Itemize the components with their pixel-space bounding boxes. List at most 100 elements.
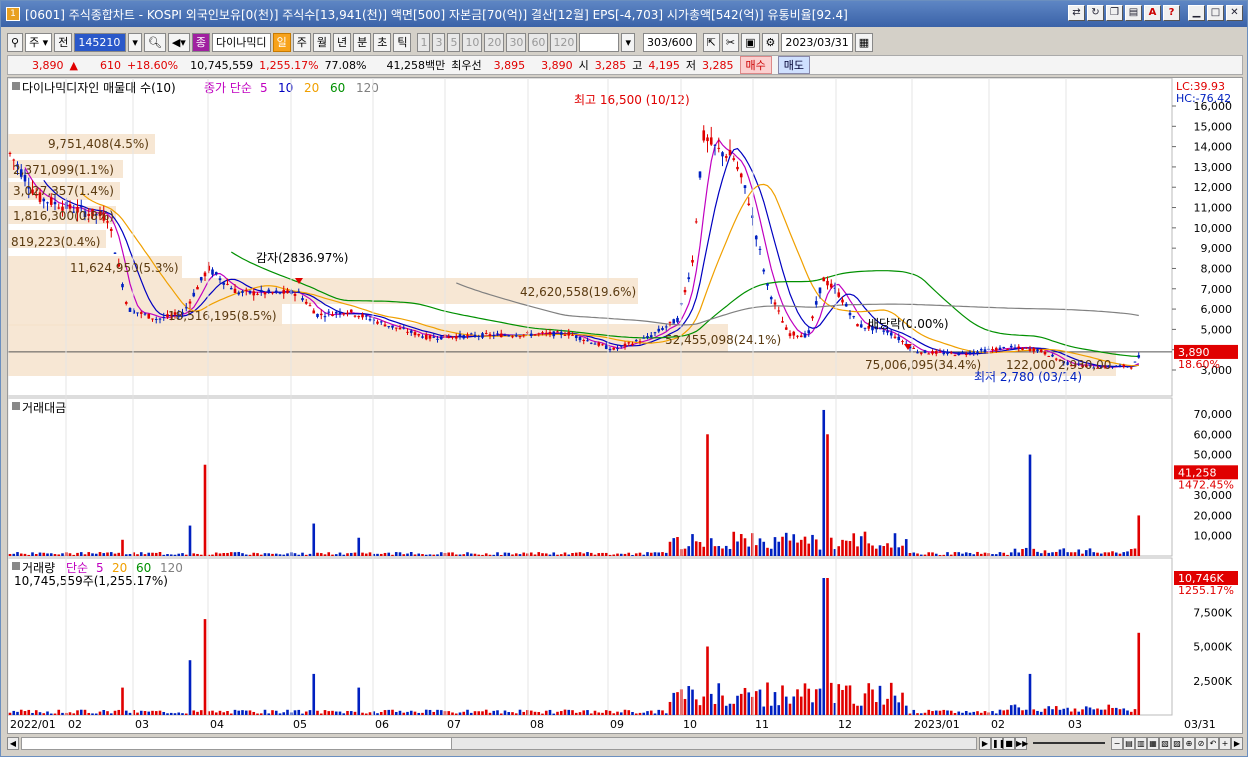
candle-body <box>739 173 743 178</box>
zoom-out-icon[interactable]: − <box>1111 736 1123 750</box>
zoom-slider[interactable] <box>1033 742 1105 744</box>
maximize-button[interactable]: □ <box>1207 5 1224 21</box>
type-select[interactable]: 주 ▾ <box>25 32 53 52</box>
sell-button[interactable]: 매도 <box>777 56 810 74</box>
print-icon[interactable]: ▤ <box>1125 5 1142 21</box>
scroll-track[interactable] <box>21 736 977 750</box>
link-icon[interactable]: ⇄ <box>1068 5 1085 21</box>
code-dropdown-icon[interactable]: ▾ <box>128 32 142 52</box>
candle-body <box>286 290 289 294</box>
volume-bar <box>49 713 53 715</box>
stop-icon[interactable]: ■ <box>1003 736 1015 750</box>
volume-bar <box>533 711 537 715</box>
interval-3[interactable]: 3 <box>432 32 446 52</box>
scissors-icon[interactable]: ✂ <box>721 32 740 52</box>
scroll-thumb[interactable] <box>22 737 452 749</box>
search-icon[interactable]: 🔍︎ <box>143 32 166 52</box>
candle-body <box>721 152 724 157</box>
interval-5[interactable]: 5 <box>447 32 461 52</box>
chart-area[interactable]: 16,000 15,000 14,000 13,000 12,000 11,000 10,0… <box>7 77 1243 734</box>
tool-c-icon[interactable]: ▦ <box>1147 736 1159 750</box>
minimize-button[interactable]: ▁ <box>1188 5 1205 21</box>
amount-bar <box>1073 552 1077 556</box>
interval-custom-input[interactable] <box>579 32 620 52</box>
zoom-in-icon[interactable]: + <box>1219 736 1231 750</box>
copy-icon[interactable]: ❐ <box>1106 5 1123 21</box>
zoom-icon[interactable]: ⇱ <box>702 32 720 52</box>
fast-forward-icon[interactable]: ▶▶ <box>1015 736 1028 750</box>
period-year[interactable]: 년 <box>332 32 352 52</box>
tool-g-icon[interactable]: ⊘ <box>1195 736 1207 750</box>
amount-bar <box>559 554 563 556</box>
period-month[interactable]: 월 <box>312 32 331 52</box>
volume-bar <box>76 710 79 715</box>
tool-f-icon[interactable]: ⊕ <box>1183 736 1195 750</box>
chart-canvas[interactable]: 16,00015,00014,00013,00012,00011,00010,0… <box>7 77 1242 733</box>
x-axis-label: 04 <box>210 718 224 731</box>
interval-60[interactable]: 60 <box>528 32 549 52</box>
interval-10[interactable]: 10 <box>462 32 483 52</box>
volume-bar <box>128 712 132 715</box>
profile-label: 52,455,098(24.1%) <box>665 333 781 347</box>
scroll-left-icon[interactable]: ◀ <box>7 736 19 750</box>
amount-bar <box>1021 549 1024 556</box>
candle-body <box>818 287 822 294</box>
period-tick[interactable]: 틱 <box>393 32 412 52</box>
date-field[interactable]: 2023/03/31 <box>781 32 853 52</box>
interval-120[interactable]: 120 <box>550 32 578 52</box>
period-minute[interactable]: 분 <box>353 32 372 52</box>
period-second[interactable]: 초 <box>373 32 392 52</box>
amount-bar <box>1066 552 1069 556</box>
play-icon[interactable]: ▶ <box>979 736 991 750</box>
tool-h-icon[interactable]: ↶ <box>1207 736 1219 750</box>
period-week[interactable]: 주 <box>292 32 311 52</box>
amount-bar <box>754 545 758 556</box>
buy-button[interactable]: 매수 <box>739 56 772 74</box>
tool-b-icon[interactable]: ▥ <box>1135 736 1147 750</box>
period-day[interactable]: 일 <box>272 32 291 52</box>
tool-e-icon[interactable]: ▨ <box>1171 736 1183 750</box>
count-field[interactable]: 303/600 <box>642 32 697 52</box>
interval-1[interactable]: 1 <box>417 32 431 52</box>
stock-name: 다이나믹디 <box>211 32 271 52</box>
stock-code-input[interactable]: 145210 <box>74 32 127 52</box>
tool-d-icon[interactable]: ▧ <box>1159 736 1171 750</box>
interval-20[interactable]: 20 <box>484 32 505 52</box>
volume-bar <box>1047 706 1051 715</box>
speaker-icon[interactable]: ◀▾ <box>167 32 190 52</box>
volume-bar <box>462 711 466 715</box>
candle-body <box>1122 364 1126 367</box>
interval-30[interactable]: 30 <box>506 32 527 52</box>
volume-bar <box>162 711 166 715</box>
volume-bar <box>31 712 34 715</box>
refresh-icon[interactable]: ↻ <box>1087 5 1104 21</box>
close-button[interactable]: ✕ <box>1226 5 1243 21</box>
pause-icon[interactable]: ❚❚ <box>991 736 1005 750</box>
amount-bar <box>229 552 233 556</box>
candle-body <box>559 332 563 335</box>
tool-a-icon[interactable]: ▤ <box>1123 736 1135 750</box>
amount-bar <box>998 552 1002 556</box>
best-sell: 3,895 <box>493 58 526 72</box>
amount-bar <box>991 554 994 556</box>
volume-bar <box>619 712 623 715</box>
amount-tick-label: 50,000 <box>1194 449 1233 462</box>
candle-body <box>282 289 286 294</box>
amount-bar <box>994 554 998 556</box>
interval-dropdown-icon[interactable]: ▾ <box>621 32 635 52</box>
prev-button[interactable]: 전 <box>54 32 73 52</box>
scroll-right-icon[interactable]: ▶ <box>1231 736 1243 750</box>
font-icon[interactable]: A <box>1144 5 1161 21</box>
settings-icon[interactable]: ⚙ <box>761 32 780 52</box>
help-icon[interactable]: ? <box>1163 5 1180 21</box>
scroll-bar[interactable]: ◀ ▶ ❚❚ ■ ▶▶ − ▤ ▥ ▦ ▧ ▨ ⊕ ⊘ ↶ + ▶ <box>7 735 1243 751</box>
stock-group-icon[interactable]: 종 <box>191 32 210 52</box>
amount-bar <box>556 554 559 556</box>
amount-bar <box>683 548 687 556</box>
amount-bar <box>638 552 642 556</box>
save-icon[interactable]: ▣ <box>741 32 760 52</box>
calendar-icon[interactable]: ▦ <box>854 32 874 52</box>
current-price: 3,890 <box>32 58 64 72</box>
volume-bar <box>1021 710 1024 715</box>
tool-icon[interactable]: ⚲ <box>7 32 24 52</box>
